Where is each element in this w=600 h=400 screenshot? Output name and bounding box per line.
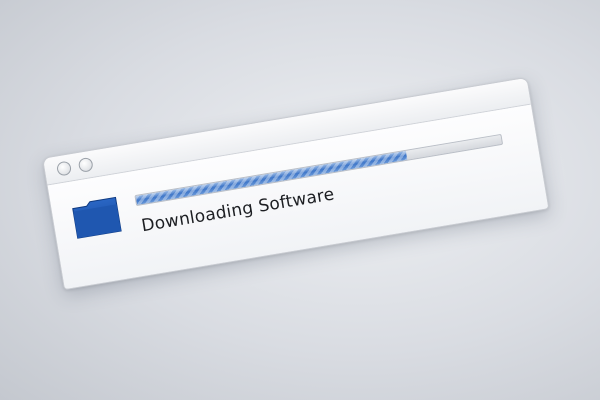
close-window-button[interactable] xyxy=(55,160,73,177)
minimize-window-button[interactable] xyxy=(77,156,94,173)
desktop-background: Downloading Software xyxy=(0,0,600,400)
download-progress-window: Downloading Software xyxy=(42,76,550,291)
folder-icon xyxy=(71,196,122,239)
